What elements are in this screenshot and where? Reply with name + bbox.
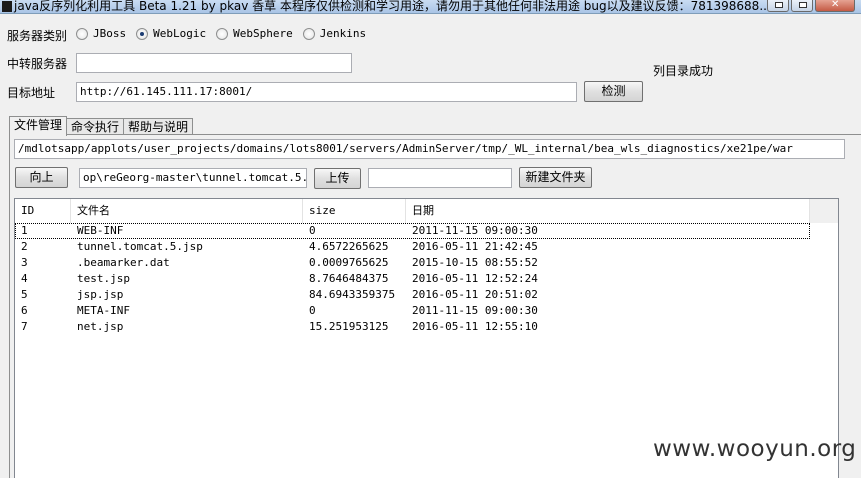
relay-server-input[interactable] [76, 53, 352, 73]
new-folder-button[interactable]: 新建文件夹 [519, 167, 592, 188]
maximize-button[interactable] [791, 0, 813, 12]
row-size: 84.6943359375 [309, 288, 396, 301]
radio-button-icon[interactable] [76, 27, 88, 40]
row-date: 2011-11-15 09:00:30 [412, 224, 538, 237]
radio-label: WebSphere [233, 27, 293, 40]
row-filename: WEB-INF [77, 224, 124, 237]
row-id: 3 [21, 256, 28, 269]
table-row[interactable]: 6 META-INF 0 2011-11-15 09:00:30 [15, 303, 810, 319]
maximize-icon [799, 2, 807, 8]
row-date: 2015-10-15 08:55:52 [412, 256, 538, 269]
row-date: 2016-05-11 12:52:24 [412, 272, 538, 285]
target-label: 目标地址 [7, 86, 56, 100]
radio-websphere[interactable]: WebSphere [216, 27, 293, 40]
radio-label: Jenkins [319, 27, 367, 40]
tab-strip: 文件管理 命令执行 帮助与说明 [9, 116, 194, 136]
row-size: 0.0009765625 [309, 256, 389, 269]
row-size: 4.6572265625 [309, 240, 389, 253]
table-row[interactable]: 2 tunnel.tomcat.5.jsp 4.6572265625 2016-05-… [15, 239, 810, 255]
radio-button-checked-icon[interactable] [136, 27, 149, 40]
table-row[interactable]: 7 net.jsp 15.251953125 2016-05-11 12:55:10 [15, 319, 810, 335]
row-date: 2011-11-15 09:00:30 [412, 304, 538, 317]
window-title: java反序列化利用工具 Beta 1.21 by pkav 香草 本程序仅供检… [14, 0, 771, 13]
tab-file-manager[interactable]: 文件管理 [9, 116, 68, 136]
row-size: 0 [309, 304, 316, 317]
app-icon [2, 1, 12, 12]
watermark: www.wooyun.org [653, 436, 857, 462]
row-id: 5 [21, 288, 28, 301]
row-id: 7 [21, 320, 28, 333]
table-row[interactable]: 1 WEB-INF 0 2011-11-15 09:00:30 [15, 223, 810, 239]
row-id: 1 [21, 224, 28, 237]
scrollbar-corner [809, 199, 838, 223]
radio-jenkins[interactable]: Jenkins [302, 27, 367, 40]
row-date: 2016-05-11 20:51:02 [412, 288, 538, 301]
row-filename: net.jsp [77, 320, 124, 333]
server-type-radio-group: JBoss WebLogic WebSphere Jenkins [76, 27, 376, 40]
table-row[interactable]: 3 .beamarker.dat 0.0009765625 2015-10-15 08… [15, 255, 810, 271]
row-filename: META-INF [77, 304, 130, 317]
column-header-id[interactable]: ID [15, 199, 71, 223]
row-size: 0 [309, 224, 316, 237]
radio-label: WebLogic [153, 27, 207, 40]
row-filename: .beamarker.dat [77, 256, 170, 269]
close-button[interactable]: ✕ [815, 0, 855, 12]
row-size: 8.7646484375 [309, 272, 389, 285]
row-date: 2016-05-11 12:55:10 [412, 320, 538, 333]
row-size: 15.251953125 [309, 320, 389, 333]
target-url-input[interactable]: http://61.145.111.17:8001/ [76, 82, 577, 102]
file-list-header: ID 文件名 size 日期 [15, 199, 810, 223]
table-row[interactable]: 4 test.jsp 8.7646484375 2016-05-11 12:52:24 [15, 271, 810, 287]
row-filename: jsp.jsp [77, 288, 124, 301]
upload-button[interactable]: 上传 [314, 168, 361, 189]
radio-button-icon[interactable] [302, 27, 315, 40]
relay-server-label: 中转服务器 [7, 57, 68, 71]
row-filename: tunnel.tomcat.5.jsp [77, 240, 203, 253]
column-header-size[interactable]: size [303, 199, 406, 223]
title-bar: java反序列化利用工具 Beta 1.21 by pkav 香草 本程序仅供检… [0, 0, 861, 14]
status-message: 列目录成功 [653, 64, 714, 78]
minimize-button[interactable] [767, 0, 789, 12]
path-input[interactable]: /mdlotsapp/applots/user_projects/domains… [14, 139, 845, 159]
file-list-body: 1 WEB-INF 0 2011-11-15 09:00:30 2 tunnel.tomc… [15, 223, 810, 335]
row-id: 6 [21, 304, 28, 317]
server-type-label: 服务器类别 [7, 29, 68, 43]
radio-label: JBoss [93, 27, 127, 40]
up-button[interactable]: 向上 [15, 167, 68, 188]
column-header-date[interactable]: 日期 [406, 199, 810, 223]
radio-jboss[interactable]: JBoss [76, 27, 126, 40]
row-date: 2016-05-11 21:42:45 [412, 240, 538, 253]
radio-weblogic[interactable]: WebLogic [136, 27, 206, 40]
row-id: 4 [21, 272, 28, 285]
radio-button-icon[interactable] [216, 27, 229, 40]
row-id: 2 [21, 240, 28, 253]
upload-file-input[interactable]: op\reGeorg-master\tunnel.tomcat.5.jsp [79, 168, 307, 188]
close-icon: ✕ [831, 0, 840, 10]
check-button[interactable]: 检测 [584, 81, 643, 102]
row-filename: test.jsp [77, 272, 130, 285]
table-row[interactable]: 5 jsp.jsp 84.6943359375 2016-05-11 20:51:02 [15, 287, 810, 303]
new-folder-name-input[interactable] [368, 168, 512, 188]
minimize-icon [775, 2, 783, 8]
column-header-name[interactable]: 文件名 [71, 199, 303, 223]
